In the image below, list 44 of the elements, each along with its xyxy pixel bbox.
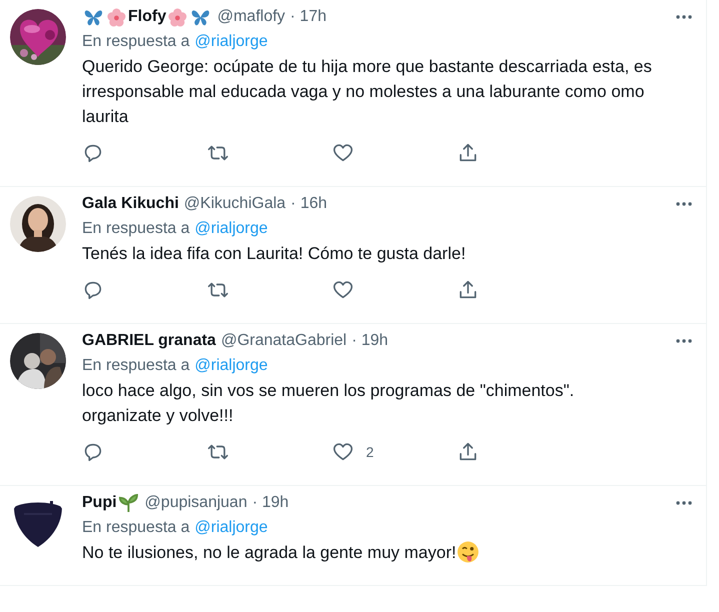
heart-icon — [332, 441, 354, 463]
speech-bubble-icon — [82, 279, 104, 301]
user-name[interactable]: Flofy — [128, 8, 166, 26]
user-name[interactable]: Pupi — [82, 494, 117, 512]
timestamp[interactable]: · 19h — [252, 494, 289, 512]
share-icon — [457, 441, 479, 463]
user-handle[interactable]: @pupisanjuan — [144, 494, 248, 512]
heart-icon — [332, 279, 354, 301]
speech-bubble-icon — [82, 142, 104, 164]
speech-bubble-icon — [82, 441, 104, 463]
share-button[interactable] — [457, 441, 479, 463]
reply-label: En respuesta a — [82, 356, 190, 376]
share-icon — [457, 142, 479, 164]
tweet-text: Tenés la idea fifa con Laurita! Cómo te gusta darle! — [82, 244, 466, 263]
tweet-text: loco hace algo, sin vos se mueren los programas de "chimentos". organizate y volve!!! — [82, 381, 574, 425]
reply-button[interactable] — [82, 279, 104, 301]
user-handle[interactable]: @GranataGabriel — [220, 332, 347, 350]
share-button[interactable] — [457, 142, 479, 164]
winking-face-icon — [457, 541, 480, 563]
flower-icon — [168, 8, 188, 26]
reply-label: En respuesta a — [82, 518, 190, 538]
timestamp[interactable]: · 16h — [290, 195, 328, 213]
user-handle[interactable]: @maflofy — [217, 8, 286, 26]
timestamp[interactable]: · 17h — [290, 8, 326, 26]
heart-icon — [332, 142, 354, 164]
reply-button[interactable] — [82, 441, 104, 463]
tweet-text: Querido George: ocúpate de tu hija more que bastante descarriada esta, es irresponsable mal educada vaga y no molestes a una laburante como omo laurita — [82, 57, 652, 126]
reply-button[interactable] — [82, 142, 104, 164]
like-button[interactable] — [332, 279, 354, 301]
flower-icon — [107, 8, 126, 26]
like-button[interactable]: 2 — [332, 441, 374, 463]
user-handle[interactable]: @KikuchiGala — [184, 195, 286, 213]
butterfly-icon — [84, 8, 103, 26]
user-name[interactable]: Gala Kikuchi — [82, 195, 179, 213]
reply-label: En respuesta a — [82, 32, 190, 52]
like-button[interactable] — [332, 142, 354, 164]
butterfly-icon — [191, 8, 210, 26]
user-name[interactable]: GABRIEL granata — [82, 332, 216, 350]
share-button[interactable] — [457, 279, 479, 301]
timestamp[interactable]: · 19h — [352, 332, 388, 350]
share-icon — [457, 279, 479, 301]
tweet-text: No te ilusiones, no le agrada la gente muy mayor! — [82, 543, 456, 562]
sprout-icon — [118, 494, 138, 512]
reply-label: En respuesta a — [82, 219, 190, 239]
